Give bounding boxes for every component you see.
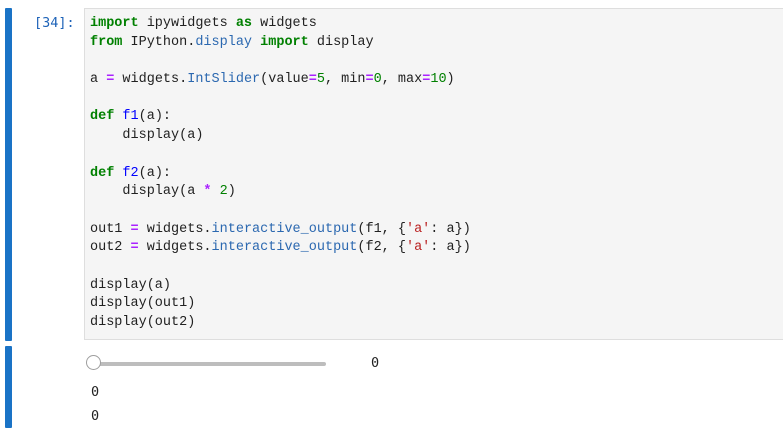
code-line: out2 = widgets.interactive_output(f2, {'… [90, 239, 471, 258]
code-line: display(out1) [90, 295, 471, 314]
code-line: out1 = widgets.interactive_output(f1, {'… [90, 221, 471, 240]
code-token: ipywidgets [138, 16, 236, 31]
code-token: interactive_output [211, 240, 358, 256]
code-token: display(a) [90, 277, 172, 293]
code-token: IPython. [122, 34, 196, 50]
input-prompt: [34]: [34, 15, 75, 31]
code-token: as [235, 16, 253, 31]
slider-track[interactable] [92, 362, 326, 366]
code-token: def [90, 165, 115, 181]
code-line: a = widgets.IntSlider(value=5, min=0, ma… [90, 71, 471, 90]
code-token: 'a' [405, 240, 431, 256]
slider-readout: 0 [371, 355, 380, 371]
output-out1: 0 [91, 384, 100, 400]
code-token: import [90, 16, 139, 31]
code-token: widgets. [138, 240, 212, 256]
output-cell-collapser[interactable] [5, 346, 12, 428]
code-token: = [308, 72, 317, 88]
code-token: display(a [90, 184, 204, 200]
code-token: (a): [138, 165, 172, 181]
code-token: f2 [122, 165, 139, 181]
code-token: 10 [430, 72, 447, 88]
code-token: IntSlider [187, 72, 261, 88]
code-token: display(out2) [90, 315, 196, 330]
code-token: display [195, 34, 253, 50]
code-token: out2 [90, 240, 131, 256]
code-token: 5 [316, 72, 325, 88]
code-token: display [308, 34, 374, 50]
code-token: 2 [219, 184, 228, 200]
code-token: display(out1) [90, 296, 196, 312]
code-editor[interactable]: import ipywidgets as widgets from IPython… [84, 8, 783, 340]
code-block[interactable]: import ipywidgets as widgets from IPython… [90, 15, 471, 333]
code-line: from IPython.display import display [90, 34, 471, 53]
code-token: f1 [122, 109, 139, 125]
int-slider[interactable] [86, 353, 330, 373]
code-token: : a}) [430, 240, 471, 256]
code-token: (a): [138, 109, 172, 125]
code-token: * [203, 184, 212, 200]
code-token: a [90, 72, 107, 88]
code-token: (f1, { [357, 221, 406, 237]
slider-handle[interactable] [86, 355, 101, 370]
code-token: def [90, 109, 115, 125]
code-line: display(a) [90, 127, 471, 146]
code-line: display(a * 2) [90, 183, 471, 202]
code-token: widgets [252, 16, 317, 31]
code-line: def f2(a): [90, 165, 471, 184]
code-line: display(out2) [90, 314, 471, 333]
code-line: display(a) [90, 277, 471, 296]
code-token: ) [446, 72, 455, 88]
code-token: widgets. [138, 221, 212, 237]
code-token: 'a' [405, 221, 431, 237]
code-token: display(a) [90, 128, 204, 144]
code-token: = [130, 221, 139, 237]
code-token: (value [260, 72, 309, 88]
code-line: def f1(a): [90, 108, 471, 127]
code-token: : a}) [430, 221, 471, 237]
code-token: ) [227, 184, 236, 200]
code-token: interactive_output [211, 221, 358, 237]
code-token: = [130, 240, 139, 256]
code-token: , min [324, 72, 366, 88]
output-out2: 0 [91, 408, 100, 424]
code-token: 0 [373, 72, 382, 88]
code-token: import [260, 34, 309, 50]
code-token: widgets. [114, 72, 188, 88]
code-token: (f2, { [357, 240, 406, 256]
input-cell-collapser[interactable] [5, 8, 12, 341]
code-token: from [90, 34, 123, 50]
code-line: import ipywidgets as widgets [90, 15, 471, 34]
code-token: = [365, 72, 374, 88]
code-token: out1 [90, 221, 131, 237]
code-token: , max [381, 72, 423, 88]
